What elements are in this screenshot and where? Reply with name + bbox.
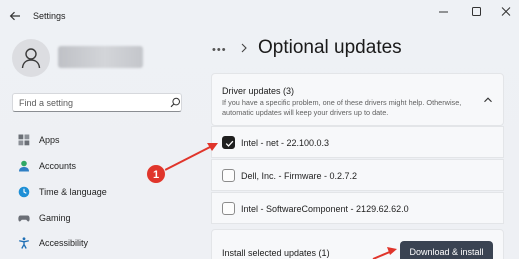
driver-row[interactable]: Intel - SoftwareComponent - 2129.62.62.0 <box>211 192 504 224</box>
accessibility-icon <box>19 237 29 249</box>
sidebar-item-apps[interactable]: Apps <box>14 131 184 151</box>
arrow-left-icon <box>9 11 20 21</box>
time-language-icon <box>18 186 30 198</box>
sidebar-item-label: Accessibility <box>39 238 89 248</box>
close-button[interactable] <box>499 5 515 19</box>
driver-name: Intel - SoftwareComponent - 2129.62.62.0 <box>241 204 409 214</box>
sidebar-item-accessibility[interactable]: Accessibility <box>14 234 184 254</box>
driver-checkbox[interactable] <box>222 169 235 182</box>
search-box[interactable] <box>12 93 182 112</box>
driver-updates-header[interactable]: Driver updates (3) If you have a specifi… <box>211 73 504 126</box>
driver-name: Dell, Inc. - Firmware - 0.2.7.2 <box>241 171 358 181</box>
search-input[interactable] <box>19 95 159 111</box>
driver-updates-title: Driver updates (3) <box>222 86 295 96</box>
maximize-icon <box>472 7 481 16</box>
user-icon <box>21 48 41 69</box>
close-icon <box>501 7 511 16</box>
minimize-icon <box>439 11 448 13</box>
user-name-blurred <box>58 46 143 68</box>
gaming-icon <box>18 215 30 222</box>
breadcrumb-overflow-button[interactable]: ••• <box>212 44 227 56</box>
sidebar-item-gaming[interactable]: Gaming <box>14 209 184 229</box>
driver-row[interactable]: Intel - net - 22.100.0.3 <box>211 126 504 158</box>
download-install-button[interactable]: Download & install <box>400 241 493 259</box>
apps-icon <box>18 134 30 146</box>
minimize-button[interactable] <box>436 5 452 19</box>
back-button[interactable] <box>8 9 22 23</box>
sidebar-item-label: Accounts <box>39 161 77 171</box>
sidebar-item-label: Time & language <box>39 187 107 197</box>
sidebar-item-label: Apps <box>39 135 60 145</box>
maximize-button[interactable] <box>469 5 485 19</box>
title-bar: Settings <box>0 0 519 30</box>
driver-name: Intel - net - 22.100.0.3 <box>241 138 330 148</box>
driver-row[interactable]: Dell, Inc. - Firmware - 0.2.7.2 <box>211 159 504 191</box>
chevron-right-icon <box>241 43 247 53</box>
driver-checkbox[interactable] <box>222 202 235 215</box>
accounts-icon <box>19 160 29 172</box>
checkmark-icon <box>225 140 234 147</box>
sidebar-item-time-language[interactable]: Time & language <box>14 183 184 203</box>
step-number-badge: 1 <box>146 164 166 184</box>
driver-updates-description: If you have a specific problem, one of t… <box>222 98 462 117</box>
driver-checkbox-checked[interactable] <box>222 136 235 149</box>
sidebar-item-label: Gaming <box>39 213 71 223</box>
install-selected-label: Install selected updates (1) <box>222 248 330 258</box>
page-title: Optional updates <box>258 37 402 58</box>
search-icon[interactable] <box>170 97 181 108</box>
avatar[interactable] <box>12 39 50 77</box>
app-title: Settings <box>33 11 66 21</box>
chevron-up-icon[interactable] <box>483 95 493 105</box>
